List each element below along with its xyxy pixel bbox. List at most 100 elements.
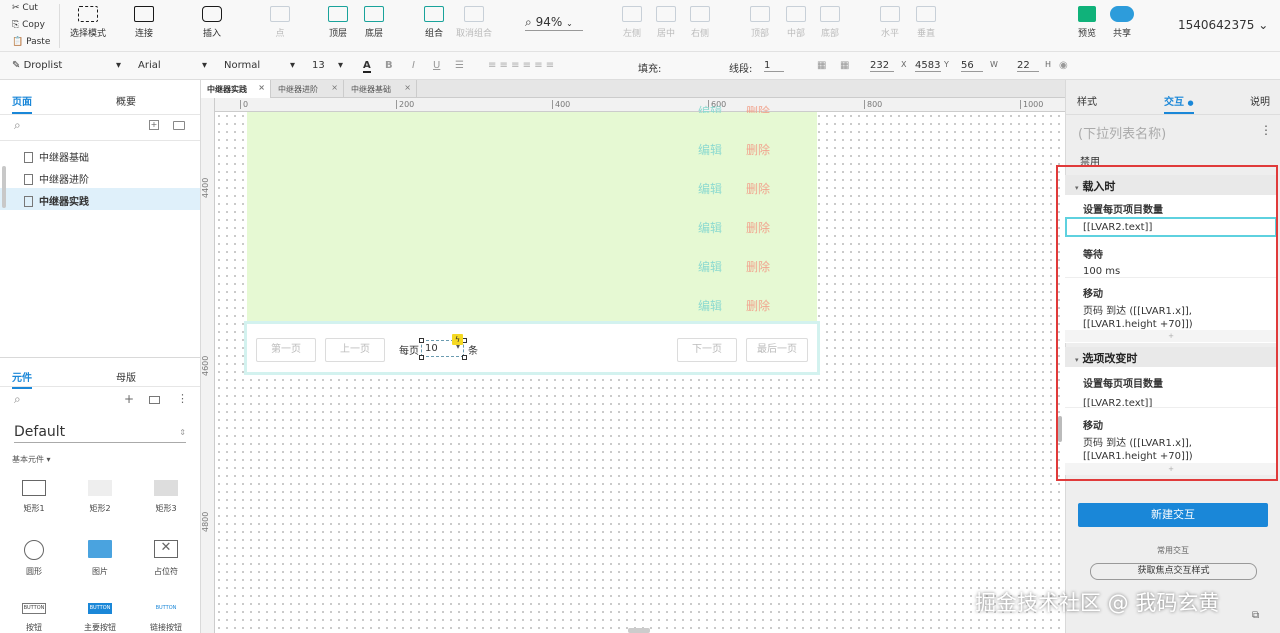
last-page-button[interactable]: 最后一页 — [746, 338, 808, 362]
align-middle-button[interactable]: 中部 — [786, 6, 806, 39]
folder-icon[interactable] — [173, 121, 185, 130]
close-icon[interactable]: × — [331, 83, 338, 92]
horizontal-scrollbar-thumb[interactable] — [628, 628, 650, 633]
select-mode-button[interactable]: 选择模式 — [70, 6, 106, 39]
copy-button[interactable]: ⎘ Copy — [12, 20, 45, 30]
connect-button[interactable]: 连接 — [134, 6, 154, 39]
delete-link[interactable]: 删除 — [746, 260, 770, 274]
underline-button[interactable]: U — [433, 60, 440, 71]
text-color-button[interactable]: A — [363, 60, 371, 73]
focus-style-button[interactable]: 获取焦点交互样式 — [1090, 563, 1257, 580]
repeater-list[interactable]: 编辑 删除 编辑 删除 编辑 删除 编辑 删除 编辑 删除 编辑 删除 — [247, 105, 817, 322]
visibility-toggle[interactable]: ◉ — [1059, 60, 1068, 71]
page-item-selected[interactable]: 中继器实践 — [24, 193, 89, 208]
widget-circle[interactable]: 圆形 — [9, 540, 59, 577]
align-center-button[interactable]: 居中 — [656, 6, 676, 39]
preview-button[interactable]: 预览 — [1078, 6, 1096, 39]
ungroup-button[interactable]: 取消组合 — [456, 6, 492, 39]
scrollbar-thumb[interactable] — [2, 166, 6, 208]
width-input[interactable]: 56 — [961, 60, 983, 72]
align-bottom-button[interactable]: 底部 — [820, 6, 840, 39]
doc-tab-active[interactable]: 中继器实践 × — [201, 80, 271, 98]
edit-link[interactable]: 编辑 — [698, 260, 722, 274]
add-page-icon[interactable]: + — [149, 120, 159, 130]
first-page-button[interactable]: 第一页 — [256, 338, 316, 362]
group-button[interactable]: 组合 — [424, 6, 444, 39]
edit-link[interactable]: 编辑 — [698, 143, 722, 157]
selection-handle[interactable] — [419, 355, 424, 360]
bottom-layer-button[interactable]: 底层 — [364, 6, 384, 39]
delete-link[interactable]: 删除 — [746, 221, 770, 235]
align-top-button[interactable]: 顶部 — [750, 6, 770, 39]
widget-primary-button[interactable]: BUTTON 主要按钮 — [75, 603, 125, 633]
insert-button[interactable]: 插入 — [202, 6, 222, 39]
bullet-list-button[interactable]: ☰ — [455, 60, 464, 71]
delete-link[interactable]: 删除 — [746, 182, 770, 196]
line-width-input[interactable]: 1 — [764, 60, 784, 72]
tab-masters[interactable]: 母版 — [116, 369, 136, 384]
delete-link[interactable]: 删除 — [746, 105, 770, 113]
widget-rectangle-1[interactable]: 矩形1 — [9, 480, 59, 514]
search-icon[interactable]: ⌕ — [14, 392, 21, 407]
page-item[interactable]: 中继器基础 — [24, 149, 89, 164]
edit-link[interactable]: 编辑 — [698, 221, 722, 235]
selection-handle[interactable] — [419, 338, 424, 343]
prev-page-button[interactable]: 上一页 — [325, 338, 385, 362]
share-button[interactable]: 共享 — [1110, 6, 1134, 39]
edit-link[interactable]: 编辑 — [698, 182, 722, 196]
align-right-button[interactable]: 右侧 — [690, 6, 710, 39]
y-input[interactable]: 4583 — [915, 60, 941, 72]
font-select[interactable]: Arial ▾ — [138, 60, 207, 71]
point-button[interactable]: 点 — [270, 6, 290, 39]
line-style-button[interactable]: ▦ — [817, 60, 826, 71]
tab-interaction[interactable]: 交互 ● — [1164, 93, 1194, 114]
paste-button[interactable]: 📋 Paste — [12, 37, 50, 47]
widget-image[interactable]: 图片 — [75, 540, 125, 577]
doc-tab[interactable]: 中继器进阶 × — [272, 80, 344, 98]
library-menu-icon[interactable] — [149, 396, 160, 404]
italic-button[interactable]: I — [412, 60, 415, 71]
distribute-horizontal-button[interactable]: 水平 — [880, 6, 900, 39]
selection-handle[interactable] — [462, 355, 467, 360]
top-layer-button[interactable]: 顶层 — [328, 6, 348, 39]
zoom-select[interactable]: ⌕ 94% ⌄ — [525, 15, 583, 31]
widget-rectangle-2[interactable]: 矩形2 — [75, 480, 125, 514]
x-input[interactable]: 232 — [870, 60, 894, 72]
arrow-style-button[interactable]: ▦ — [840, 60, 849, 71]
close-icon[interactable]: × — [404, 83, 411, 92]
edit-link[interactable]: 编辑 — [698, 105, 722, 113]
tab-notes[interactable]: 说明 — [1250, 93, 1270, 108]
delete-link[interactable]: 删除 — [746, 143, 770, 157]
more-icon[interactable]: ⋮ — [1260, 123, 1272, 137]
next-page-button[interactable]: 下一页 — [677, 338, 737, 362]
doc-tab[interactable]: 中继器基础 × — [345, 80, 417, 98]
text-align-group[interactable]: ≡ ≡ ≡ ≡ ≡ ≡ — [488, 60, 554, 71]
distribute-vertical-button[interactable]: 垂直 — [916, 6, 936, 39]
widget-type-select[interactable]: ✎ Droplist ▾ — [12, 60, 121, 71]
tab-style[interactable]: 样式 — [1077, 93, 1097, 108]
widget-name-input[interactable]: (下拉列表名称) — [1078, 123, 1166, 142]
search-icon[interactable]: ⌕ — [14, 118, 21, 133]
close-icon[interactable]: × — [258, 83, 265, 92]
widget-rectangle-3[interactable]: 矩形3 — [141, 480, 191, 514]
widget-placeholder[interactable]: ✕ 占位符 — [141, 540, 191, 577]
align-left-button[interactable]: 左侧 — [622, 6, 642, 39]
font-style-select[interactable]: Normal ▾ — [224, 60, 295, 71]
font-size-select[interactable]: 13 ▾ — [312, 60, 343, 71]
height-input[interactable]: 22 — [1017, 60, 1039, 72]
tab-outline[interactable]: 概要 — [116, 93, 136, 108]
bold-button[interactable]: B — [385, 60, 393, 71]
more-icon[interactable]: ⋮ — [177, 392, 188, 405]
edit-link[interactable]: 编辑 — [698, 299, 722, 313]
delete-link[interactable]: 删除 — [746, 299, 770, 313]
page-item[interactable]: 中继器进阶 — [24, 171, 89, 186]
cut-button[interactable]: ✂ Cut — [12, 3, 38, 13]
widget-link-button[interactable]: BUTTON 链接按钮 — [141, 603, 191, 633]
new-interaction-button[interactable]: 新建交互 — [1078, 503, 1268, 527]
category-header[interactable]: 基本元件 ▾ — [12, 454, 51, 465]
library-select[interactable]: Default ⇕ — [14, 424, 186, 443]
add-library-icon[interactable]: + — [124, 392, 134, 406]
lightning-icon[interactable]: ϟ — [452, 334, 463, 345]
tab-pages[interactable]: 页面 — [12, 93, 32, 114]
account-menu[interactable]: 1540642375 ⌄ — [1178, 18, 1268, 32]
